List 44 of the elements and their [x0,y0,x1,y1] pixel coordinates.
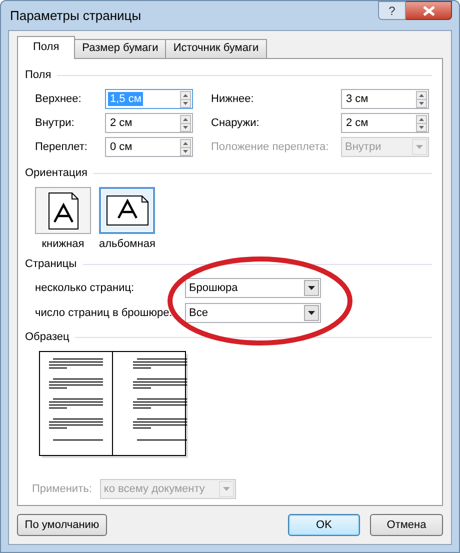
dialog-button[interactable]: По умолчанию [17,514,107,536]
caret-icon [416,145,423,149]
spin-arrows-icon[interactable] [416,114,427,132]
spin-arrows-icon[interactable] [416,90,427,108]
field-label: Нижнее: [210,93,255,105]
dialog-button[interactable]: OK [288,514,360,536]
tab[interactable]: Размер бумаги [74,39,166,58]
portrait-page-icon [48,192,78,230]
landscape-page-icon [106,195,149,226]
field-label: несколько страниц: [35,282,136,294]
section-title: Образец [25,331,70,343]
orientation-button[interactable] [35,187,91,234]
spin-field[interactable]: 2 см [105,113,193,133]
field-label: Переплет: [35,141,88,153]
spin-field[interactable]: 0 см [105,137,193,157]
section-title: Поля [25,69,52,81]
close-icon [422,6,434,16]
close-button[interactable] [406,1,452,20]
spin-arrows-icon[interactable] [180,138,191,156]
tab[interactable]: Поля [17,36,76,59]
tab[interactable]: Источник бумаги [165,39,267,58]
dropdown[interactable]: Все [185,303,321,323]
dialog-button[interactable]: Отмена [370,514,443,536]
field-label: Положение переплета: [210,141,330,153]
help-button[interactable]: ? [378,1,406,20]
orientation-label: книжная [42,238,84,250]
window-title: Параметры страницы [9,8,142,23]
field-label: Применить: [32,483,92,495]
section-title: Ориентация [25,167,88,179]
field-label: Верхнее: [35,93,82,105]
field-label: число страниц в брошюре: [35,307,174,319]
spin-field[interactable]: 2 см [341,113,429,133]
orientation-button[interactable] [99,187,156,234]
section-title: Страницы [25,258,77,270]
caret-icon [308,311,315,315]
orientation-label: альбомная [99,238,156,250]
field-label: Снаружи: [210,117,260,129]
spin-field[interactable]: 3 см [341,89,429,109]
field-label: Внутри: [35,117,76,129]
dropdown[interactable]: Брошюра [185,278,321,298]
caret-icon [308,286,315,290]
spin-arrows-icon[interactable] [180,114,191,132]
caret-icon [222,487,230,491]
spin-arrows-icon[interactable] [180,90,191,108]
